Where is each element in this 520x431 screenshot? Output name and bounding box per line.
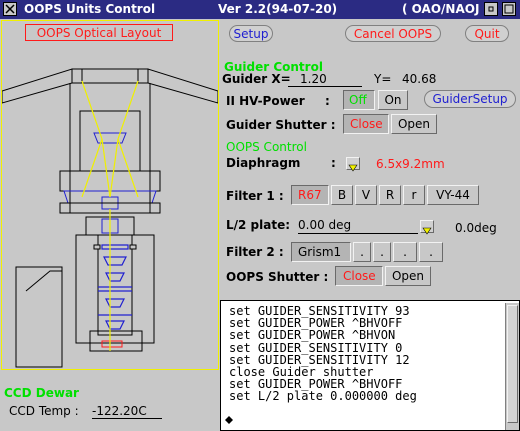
oops-control-heading: OOPS Control <box>226 140 307 154</box>
hv-power-on-button[interactable]: On <box>378 90 408 110</box>
guider-x-underline <box>288 86 362 87</box>
half-plate-dropdown[interactable] <box>420 220 434 235</box>
guider-y-label: Y= <box>374 72 392 86</box>
guider-shutter-label: Guider Shutter : <box>226 118 336 132</box>
ccd-temp-underline <box>92 418 162 419</box>
minimize-icon <box>488 6 494 12</box>
org-label: ( OAO/NAOJ ) <box>402 2 490 16</box>
filter1-option-b[interactable]: B <box>331 185 353 205</box>
log-scrollbar[interactable] <box>505 303 519 430</box>
cancel-oops-button[interactable]: Cancel OOPS <box>345 25 441 42</box>
minimize-button[interactable] <box>484 2 498 16</box>
filter1-option-vy44[interactable]: VY-44 <box>427 185 479 205</box>
title-bar[interactable]: OOPS Units Control Ver 2.2(94-07-20) ( O… <box>0 0 520 19</box>
log-line: set GUIDER_POWER ^BHVON <box>229 328 396 343</box>
maximize-button[interactable] <box>502 2 516 16</box>
version-label: Ver 2.2(94-07-20) <box>218 2 338 16</box>
diaphragm-label: Diaphragm <box>226 156 301 170</box>
diaphragm-dropdown[interactable] <box>346 157 360 172</box>
filter1-label: Filter 1 : <box>226 189 284 203</box>
optical-layout-panel: OOPS Optical Layout <box>1 20 219 370</box>
filter2-option-4[interactable]: . <box>393 242 417 262</box>
guider-setup-button[interactable]: GuiderSetup <box>424 90 516 108</box>
filter2-option-3[interactable]: . <box>373 242 391 262</box>
optical-layout-diagram <box>2 68 218 368</box>
guider-shutter-open-button[interactable]: Open <box>391 114 437 134</box>
window-title: OOPS Units Control <box>24 2 156 16</box>
hv-power-off-button[interactable]: Off <box>343 90 375 110</box>
window-menu-button[interactable] <box>3 2 17 16</box>
x-logo-icon <box>5 4 15 14</box>
filter2-label: Filter 2 : <box>226 245 284 259</box>
filter1-option-r67[interactable]: R67 <box>291 185 329 205</box>
quit-button[interactable]: Quit <box>465 25 509 42</box>
hv-power-colon: : <box>325 94 330 108</box>
filter2-option-grism1[interactable]: Grism1 <box>291 242 351 262</box>
guider-x-label: Guider X= <box>222 72 291 86</box>
ccd-temp-label: CCD Temp : <box>9 404 79 418</box>
log-lines: set GUIDER_SENSITIVITY 93 set GUIDER_POW… <box>221 301 519 403</box>
filter1-option-r-lower[interactable]: r <box>403 185 425 205</box>
diaphragm-value: 6.5x9.2mm <box>376 157 445 171</box>
half-plate-underline <box>298 233 418 234</box>
guider-x-value[interactable]: 1.20 <box>300 72 327 86</box>
chevron-down-icon <box>348 164 358 172</box>
hv-power-label: II HV-Power <box>226 94 305 108</box>
oops-shutter-close-button[interactable]: Close <box>335 266 383 286</box>
half-plate-value[interactable]: 0.00 deg <box>298 218 351 232</box>
ccd-temp-value: -122.20C <box>92 404 147 418</box>
text-cursor-icon <box>225 416 233 424</box>
oops-shutter-label: OOPS Shutter : <box>226 270 329 284</box>
diaphragm-colon: : <box>331 156 336 170</box>
guider-y-value[interactable]: 40.68 <box>402 72 436 86</box>
half-plate-label: L/2 plate: <box>226 218 291 232</box>
ccd-dewar-heading: CCD Dewar <box>4 386 79 400</box>
oops-shutter-open-button[interactable]: Open <box>385 266 431 286</box>
guider-shutter-close-button[interactable]: Close <box>343 114 389 134</box>
filter2-option-5[interactable]: . <box>419 242 443 262</box>
chevron-down-icon <box>422 227 432 235</box>
filter1-option-v[interactable]: V <box>355 185 377 205</box>
setup-button[interactable]: Setup <box>229 25 273 42</box>
half-plate-readout: 0.0deg <box>455 221 497 235</box>
filter2-option-2[interactable]: . <box>353 242 371 262</box>
log-line: set L/2 plate 0.000000 deg <box>229 389 417 404</box>
filter1-option-r-upper[interactable]: R <box>379 185 401 205</box>
log-line: set GUIDER_SENSITIVITY 0 <box>229 340 403 355</box>
command-log[interactable]: set GUIDER_SENSITIVITY 93 set GUIDER_POW… <box>220 300 520 431</box>
maximize-icon <box>504 4 514 14</box>
log-scrollbar-thumb[interactable] <box>507 305 518 423</box>
